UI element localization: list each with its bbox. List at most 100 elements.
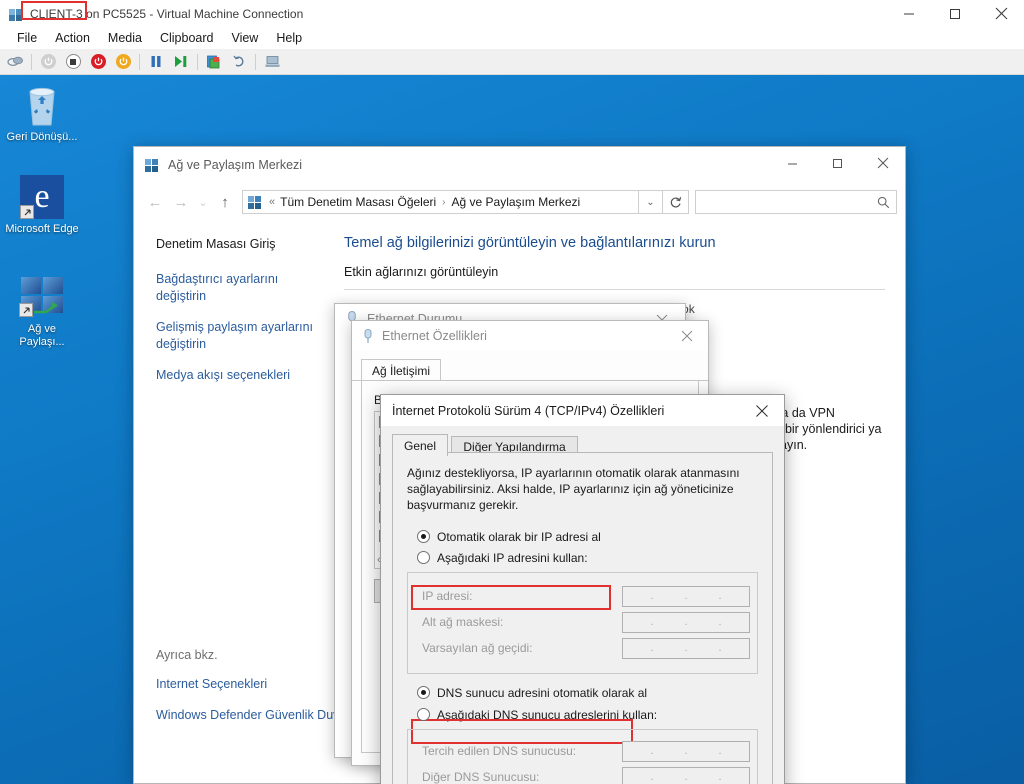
menu-help[interactable]: Help	[267, 29, 311, 47]
revert-icon[interactable]	[227, 51, 251, 73]
ipv4-properties-dialog: İnternet Protokolü Sürüm 4 (TCP/IPv4) Öz…	[380, 394, 785, 784]
enhanced-session-icon[interactable]	[260, 51, 284, 73]
radio-use-following-ip[interactable]: Aşağıdaki IP adresini kullan:	[407, 548, 758, 567]
desktop-icon-recycle-bin[interactable]: Geri Dönüşü...	[4, 79, 80, 144]
desktop-icon-label: Ağ ve Paylaşı...	[19, 323, 65, 348]
nsc-window-icon	[144, 157, 160, 173]
address-chevron[interactable]: «	[269, 196, 275, 208]
toolbar-separator-4	[255, 53, 256, 70]
desktop-icon-microsoft-edge[interactable]: e Microsoft Edge	[4, 171, 80, 236]
field-label: Tercih edilen DNS sunucusu:	[422, 744, 577, 758]
breadcrumb-item-2[interactable]: Ağ ve Paylaşım Merkezi	[452, 195, 581, 209]
vm-title-text: CLIENT-3 on PC5525 - Virtual Machine Con…	[30, 6, 304, 21]
recycle-bin-icon	[4, 79, 80, 127]
ip-address-input[interactable]: ...	[622, 585, 750, 607]
radio-button[interactable]	[417, 686, 430, 699]
desktop-icon-label: Geri Dönüşü...	[6, 131, 78, 143]
forward-button[interactable]: →	[168, 189, 194, 215]
ipv4-description: Ağınız destekliyorsa, IP ayarlarının oto…	[407, 466, 740, 512]
toolbar-separator-1	[31, 53, 32, 70]
ipv4-titlebar: İnternet Protokolü Sürüm 4 (TCP/IPv4) Öz…	[381, 395, 784, 426]
start-icon[interactable]	[169, 51, 193, 73]
nsc-minimize-button[interactable]	[770, 147, 815, 179]
vm-titlebar: CLIENT-3 on PC5525 - Virtual Machine Con…	[0, 0, 1024, 27]
vm-minimize-button[interactable]	[886, 0, 932, 27]
sidebar-item-media-streaming-options[interactable]: Medya akışı seçenekleri	[156, 367, 324, 384]
address-dropdown-icon[interactable]: ⌄	[639, 190, 663, 214]
menu-media[interactable]: Media	[99, 29, 151, 47]
sidebar-item-advanced-sharing-settings[interactable]: Gelişmiş paylaşım ayarlarını değiştirin	[156, 319, 324, 353]
ethernet-properties-title: Ethernet Özellikleri	[382, 329, 487, 343]
field-label: Varsayılan ağ geçidi:	[422, 641, 533, 655]
field-alternate-dns: Diğer DNS Sunucusu: ...	[408, 764, 757, 784]
ethernet-properties-titlebar: Ethernet Özellikleri	[352, 321, 708, 351]
radio-button[interactable]	[417, 708, 430, 721]
ipv4-general-panel: Ağınız destekliyorsa, IP ayarlarının oto…	[392, 453, 773, 784]
radio-label: Otomatik olarak bir IP adresi al	[437, 529, 601, 544]
reset-icon[interactable]	[111, 51, 135, 73]
virtual-machine-connection-window: CLIENT-3 on PC5525 - Virtual Machine Con…	[0, 0, 1024, 784]
tab-genel[interactable]: Genel	[392, 434, 449, 456]
microsoft-edge-icon: e	[4, 171, 80, 219]
preferred-dns-input[interactable]: ...	[622, 740, 750, 762]
pause-icon[interactable]	[144, 51, 168, 73]
shutdown-icon[interactable]	[36, 51, 60, 73]
ctrl-alt-del-icon[interactable]	[3, 51, 27, 73]
vm-toolbar	[0, 49, 1024, 75]
ip-fields-group: IP adresi: ... Alt ağ maskesi: ... Varsa…	[407, 572, 758, 674]
radio-obtain-dns-automatically[interactable]: DNS sunucu adresini otomatik olarak al	[407, 683, 758, 702]
tab-ag-iletisimi[interactable]: Ağ İletişimi	[361, 359, 442, 381]
radio-use-following-dns[interactable]: Aşağıdaki DNS sunucu adreslerini kullan:	[407, 705, 758, 724]
nsc-maximize-button[interactable]	[815, 147, 860, 179]
menu-file[interactable]: File	[8, 29, 46, 47]
up-button[interactable]: ↑	[212, 189, 238, 215]
vm-maximize-button[interactable]	[932, 0, 978, 27]
active-networks-label: Etkin ağlarınızı görüntüleyin	[344, 265, 499, 279]
menu-action[interactable]: Action	[46, 29, 99, 47]
search-icon	[877, 196, 890, 208]
radio-button[interactable]	[417, 551, 430, 564]
vm-desktop: Geri Dönüşü... e Microsoft Edge Ağ ve Pa…	[0, 75, 1024, 784]
alternate-dns-input[interactable]: ...	[622, 766, 750, 784]
desktop-icon-network-sharing-center[interactable]: Ağ ve Paylaşı...	[4, 271, 80, 349]
checkpoint-icon[interactable]	[202, 51, 226, 73]
desktop-icon-label: Microsoft Edge	[5, 223, 79, 235]
default-gateway-input[interactable]: ...	[622, 637, 750, 659]
ethernet-properties-close-button[interactable]	[668, 324, 706, 348]
ipv4-close-button[interactable]	[740, 395, 784, 426]
network-sharing-center-icon	[4, 271, 80, 319]
radio-button[interactable]	[417, 530, 430, 543]
nsc-close-button[interactable]	[860, 147, 905, 179]
field-preferred-dns: Tercih edilen DNS sunucusu: ...	[408, 738, 757, 764]
sidebar-item-change-adapter-settings[interactable]: Bağdaştırıcı ayarlarını değiştirin	[156, 271, 324, 305]
address-bar[interactable]: « Tüm Denetim Masası Öğeleri › Ağ ve Pay…	[242, 190, 639, 214]
content-divider	[344, 289, 885, 290]
refresh-icon[interactable]	[663, 190, 689, 214]
address-bar-icon	[248, 195, 263, 210]
search-input[interactable]	[702, 195, 872, 209]
radio-obtain-ip-automatically[interactable]: Otomatik olarak bir IP adresi al	[407, 527, 758, 546]
power-off-icon[interactable]	[86, 51, 110, 73]
toolbar-separator-3	[197, 53, 198, 70]
recent-locations-button[interactable]: ⌄	[194, 189, 212, 215]
turn-off-icon[interactable]	[61, 51, 85, 73]
field-label: Alt ağ maskesi:	[422, 615, 504, 629]
ipv4-title-text: İnternet Protokolü Sürüm 4 (TCP/IPv4) Öz…	[392, 403, 665, 418]
breadcrumb-item-1[interactable]: Tüm Denetim Masası Öğeleri	[280, 195, 436, 209]
radio-label: DNS sunucu adresini otomatik olarak al	[437, 685, 648, 700]
toolbar-separator-2	[139, 53, 140, 70]
field-default-gateway: Varsayılan ağ geçidi: ...	[408, 635, 757, 661]
hyperv-icon	[8, 6, 24, 22]
search-box[interactable]	[695, 190, 897, 214]
ethernet-icon	[364, 328, 372, 343]
menu-view[interactable]: View	[222, 29, 267, 47]
vm-menubar: File Action Media Clipboard View Help	[0, 27, 1024, 49]
field-ip-address: IP adresi: ...	[408, 583, 757, 609]
back-button[interactable]: ←	[142, 189, 168, 215]
field-label: Diğer DNS Sunucusu:	[422, 770, 540, 784]
sidebar-item-control-panel-home[interactable]: Denetim Masası Giriş	[156, 237, 324, 251]
nsc-page-heading: Temel ağ bilgilerinizi görüntüleyin ve b…	[344, 235, 716, 251]
subnet-mask-input[interactable]: ...	[622, 611, 750, 633]
vm-close-button[interactable]	[978, 0, 1024, 27]
menu-clipboard[interactable]: Clipboard	[151, 29, 223, 47]
